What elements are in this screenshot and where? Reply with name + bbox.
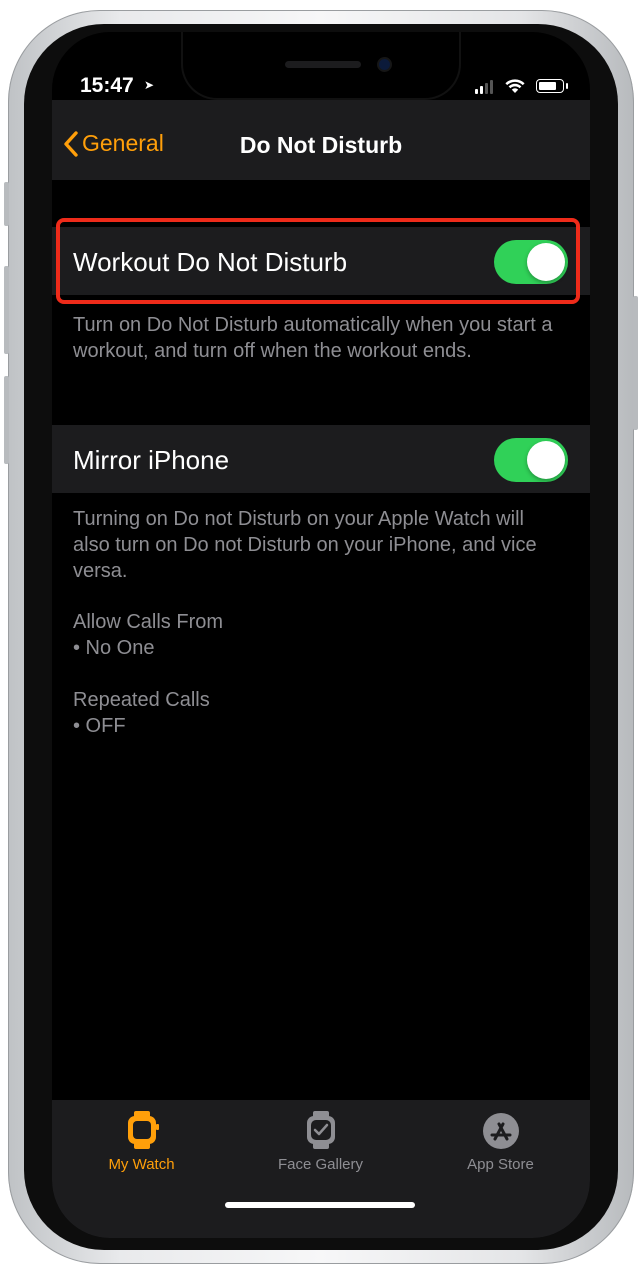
earpiece-speaker xyxy=(285,61,361,68)
workout-dnd-footer: Turn on Do Not Disturb automatically whe… xyxy=(73,314,553,362)
battery-icon xyxy=(536,79,568,93)
screen: 15:47 ➤ General Do Not Disturb Workout D… xyxy=(52,32,590,1238)
cellular-signal-icon xyxy=(475,80,493,94)
home-indicator[interactable] xyxy=(225,1202,415,1208)
location-arrow-icon: ➤ xyxy=(144,78,155,92)
back-button[interactable]: General xyxy=(64,130,164,157)
wifi-icon xyxy=(505,79,525,93)
tab-face-gallery-label: Face Gallery xyxy=(277,1156,364,1173)
side-button xyxy=(633,296,638,430)
allow-calls-title: Allow Calls From xyxy=(73,611,224,633)
status-bar: 15:47 ➤ xyxy=(52,74,590,102)
volume-down-button xyxy=(4,376,9,464)
tab-app-store[interactable]: App Store xyxy=(411,1100,590,1190)
mirror-iphone-label: Mirror iPhone xyxy=(73,445,230,475)
watch-face-icon xyxy=(306,1111,335,1149)
mirror-iphone-row: Mirror iPhone xyxy=(52,425,590,493)
tab-my-watch-label: My Watch xyxy=(108,1156,175,1173)
toggle-knob xyxy=(527,441,565,479)
mirror-iphone-footer: Turning on Do not Disturb on your Apple … xyxy=(73,508,537,582)
navigation-bar: General Do Not Disturb xyxy=(52,100,590,180)
back-button-label: General xyxy=(82,130,164,156)
app-store-icon xyxy=(482,1113,519,1149)
repeated-calls-title: Repeated Calls xyxy=(73,689,210,711)
watch-icon xyxy=(127,1111,159,1149)
status-time: 15:47 xyxy=(80,74,134,97)
repeated-calls-value: • OFF xyxy=(73,715,126,737)
highlight-box xyxy=(56,218,580,304)
mirror-iphone-toggle[interactable] xyxy=(494,438,568,482)
tab-app-store-label: App Store xyxy=(467,1156,534,1173)
front-camera xyxy=(379,59,390,70)
chevron-left-icon xyxy=(64,130,78,157)
tab-face-gallery[interactable]: Face Gallery xyxy=(231,1100,410,1190)
mute-switch xyxy=(4,182,9,226)
tab-my-watch[interactable]: My Watch xyxy=(52,1100,231,1190)
tab-bar: My Watch Face Gallery App Store xyxy=(52,1100,590,1238)
volume-up-button xyxy=(4,266,9,354)
allow-calls-value: • No One xyxy=(73,637,155,659)
